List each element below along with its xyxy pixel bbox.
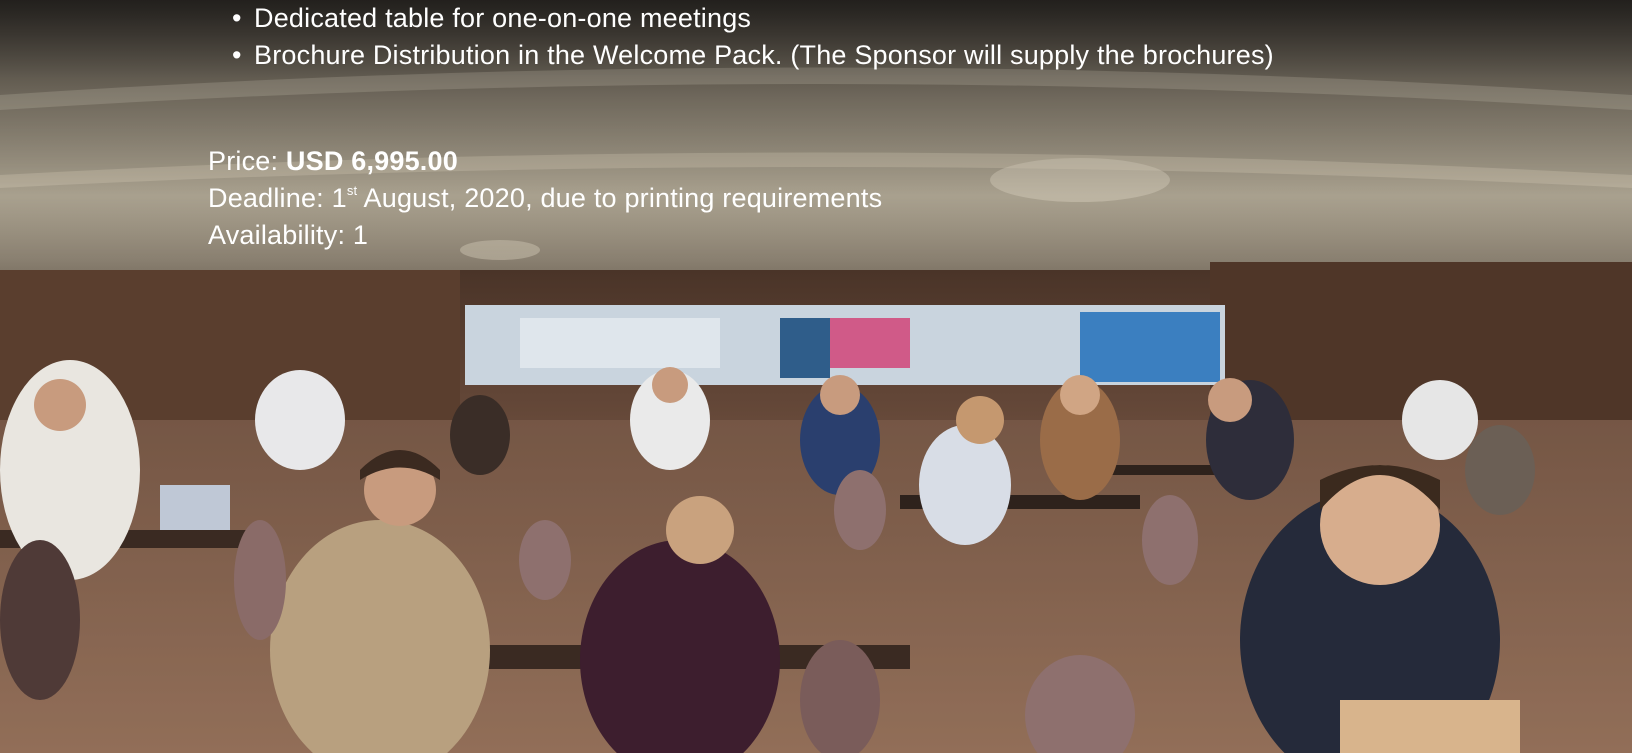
availability-row: Availability: 1 bbox=[208, 220, 369, 250]
deadline-day: 1 bbox=[331, 183, 347, 213]
price-value: USD 6,995.00 bbox=[285, 146, 458, 176]
benefits-list: Dedicated table for one-on-one meetings … bbox=[232, 0, 1354, 74]
offer-details: Price: USD 6,995.00 Deadline: 1st August… bbox=[208, 143, 882, 254]
deadline-text: August, 2020, due to printing requiremen… bbox=[357, 183, 883, 213]
price-label: Price: bbox=[208, 146, 286, 176]
brochure-page: Dedicated table for one-on-one meetings … bbox=[0, 0, 1632, 753]
list-item: Brochure Distribution in the Welcome Pac… bbox=[232, 37, 1354, 74]
price-row: Price: USD 6,995.00 bbox=[208, 143, 882, 180]
deadline-day-suffix: st bbox=[346, 183, 358, 198]
deadline-row: Deadline: 1st August, 2020, due to print… bbox=[208, 180, 882, 217]
list-item: Dedicated table for one-on-one meetings bbox=[232, 0, 1354, 37]
deadline-label: Deadline: bbox=[208, 183, 332, 213]
sponsorship-details: Dedicated table for one-on-one meetings … bbox=[0, 0, 1632, 260]
